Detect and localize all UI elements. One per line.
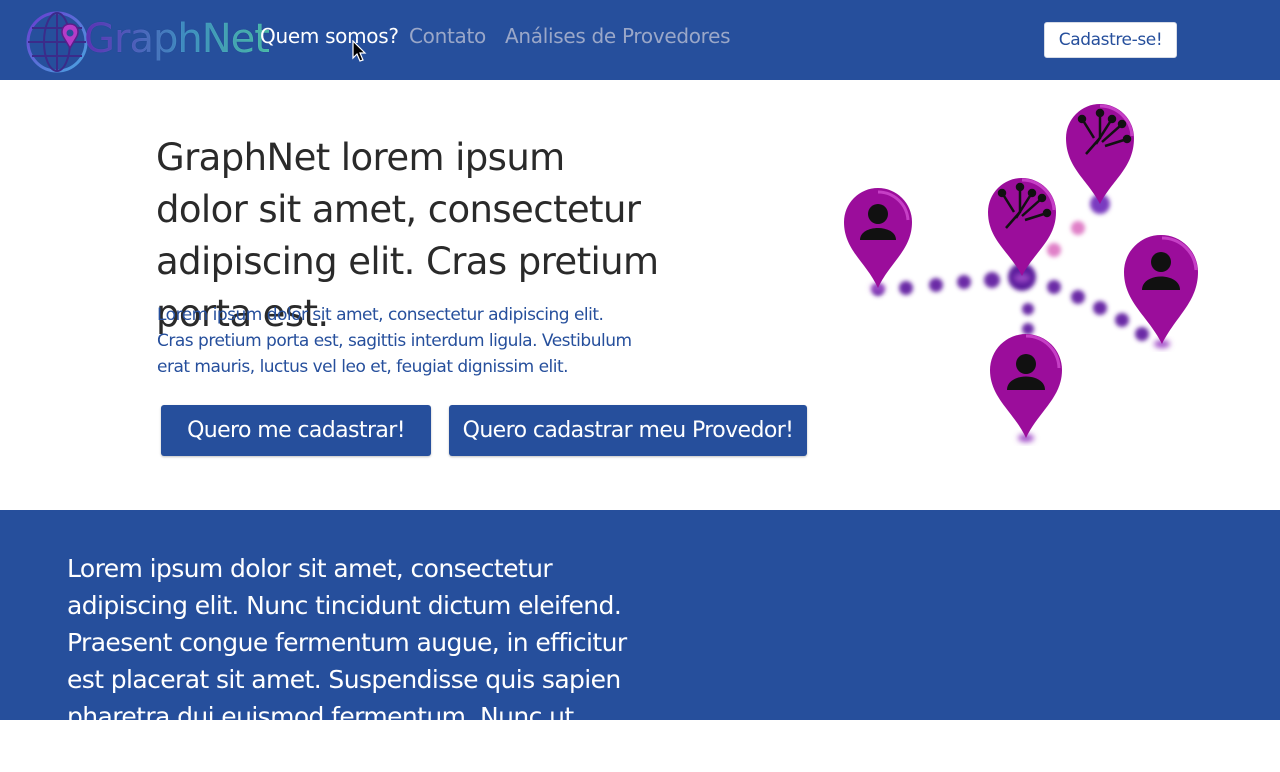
register-provider-button[interactable]: Quero cadastrar meu Provedor! [449, 405, 807, 456]
map-pin-user-right [1124, 234, 1198, 348]
nav-link-analises-provedores[interactable]: Análises de Provedores [505, 24, 731, 48]
about-section: Lorem ipsum dolor sit amet, consectetur … [0, 510, 1280, 768]
about-section-text: Lorem ipsum dolor sit amet, consectetur … [67, 554, 627, 768]
hero-subtitle: Lorem ipsum dolor sit amet, consectetur … [157, 305, 632, 377]
map-pin-circuit-top [1066, 104, 1134, 204]
globe-pin-icon [26, 11, 88, 73]
register-user-button[interactable]: Quero me cadastrar! [161, 405, 431, 456]
mouse-cursor-icon [352, 40, 367, 62]
top-navbar: GraphNet Quem somos? Contato Análises de… [0, 0, 1280, 80]
map-pin-user-bottom [990, 334, 1062, 442]
graphnet-logo[interactable]: GraphNet [26, 8, 270, 74]
network-pins-illustration [844, 104, 1198, 442]
logo-wordmark: GraphNet [84, 16, 270, 62]
nav-link-quem-somos[interactable]: Quem somos? [260, 24, 399, 48]
nav-link-contato[interactable]: Contato [409, 24, 486, 48]
map-pin-circuit-center [988, 178, 1056, 282]
map-pin-user-left [844, 187, 912, 292]
signup-button[interactable]: Cadastre-se! [1044, 22, 1177, 58]
